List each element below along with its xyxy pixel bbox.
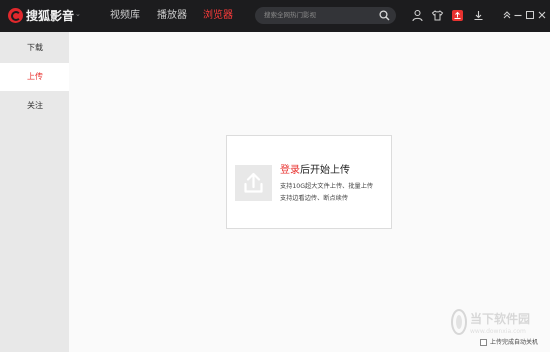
tab-browser[interactable]: 浏览器 xyxy=(203,9,233,23)
main-content: 登录后开始上传 支持10G超大文件上传、批量上传 支持边看边传、断点续传 xyxy=(69,32,550,352)
minimize-icon[interactable] xyxy=(512,9,524,21)
download-icon[interactable] xyxy=(472,9,485,22)
sohu-video-logo-icon xyxy=(8,8,23,23)
upload-arrow-icon xyxy=(244,172,263,193)
app-title: 搜狐影音 xyxy=(26,9,75,23)
watermark-url: www.downxia.com xyxy=(470,328,526,335)
auto-shutdown-label: 上传完成自动关机 xyxy=(490,339,539,346)
auto-shutdown-checkbox[interactable] xyxy=(480,339,487,346)
upload-feature-line-1: 支持10G超大文件上传、批量上传 xyxy=(280,183,374,190)
upload-card: 登录后开始上传 支持10G超大文件上传、批量上传 支持边看边传、断点续传 xyxy=(226,135,392,229)
shirt-icon[interactable] xyxy=(431,9,444,22)
tab-video-library[interactable]: 视频库 xyxy=(110,9,140,23)
maximize-icon[interactable] xyxy=(524,9,536,21)
login-prompt: 登录后开始上传 xyxy=(280,164,350,178)
watermark-text: 当下软件园 xyxy=(470,312,531,326)
login-suffix: 后开始上传 xyxy=(300,165,350,176)
search-input[interactable]: 搜索全网热门影视 xyxy=(264,10,316,21)
app-menu-caret-icon[interactable]: ⌄ xyxy=(75,10,81,18)
login-link[interactable]: 登录 xyxy=(280,165,300,176)
user-icon[interactable] xyxy=(411,9,424,22)
close-icon[interactable] xyxy=(536,9,548,21)
sidebar-item-upload[interactable]: 上传 xyxy=(0,63,69,91)
sidebar: 下载 上传 关注 xyxy=(0,32,69,352)
upload-feature-line-2: 支持边看边传、断点续传 xyxy=(280,195,349,202)
title-bar: 搜狐影音 ⌄ 视频库 播放器 浏览器 搜索全网热门影视 xyxy=(0,0,550,32)
tab-player[interactable]: 播放器 xyxy=(157,9,187,23)
search-bar[interactable]: 搜索全网热门影视 xyxy=(255,7,396,24)
watermark: 当下软件园 www.downxia.com xyxy=(448,306,546,342)
sidebar-item-download[interactable]: 下载 xyxy=(0,34,69,62)
watermark-logo-icon xyxy=(451,309,467,335)
upload-dropzone[interactable] xyxy=(235,165,272,201)
sidebar-item-follow[interactable]: 关注 xyxy=(0,92,69,120)
search-icon[interactable] xyxy=(379,10,390,21)
upload-icon[interactable] xyxy=(451,9,464,22)
